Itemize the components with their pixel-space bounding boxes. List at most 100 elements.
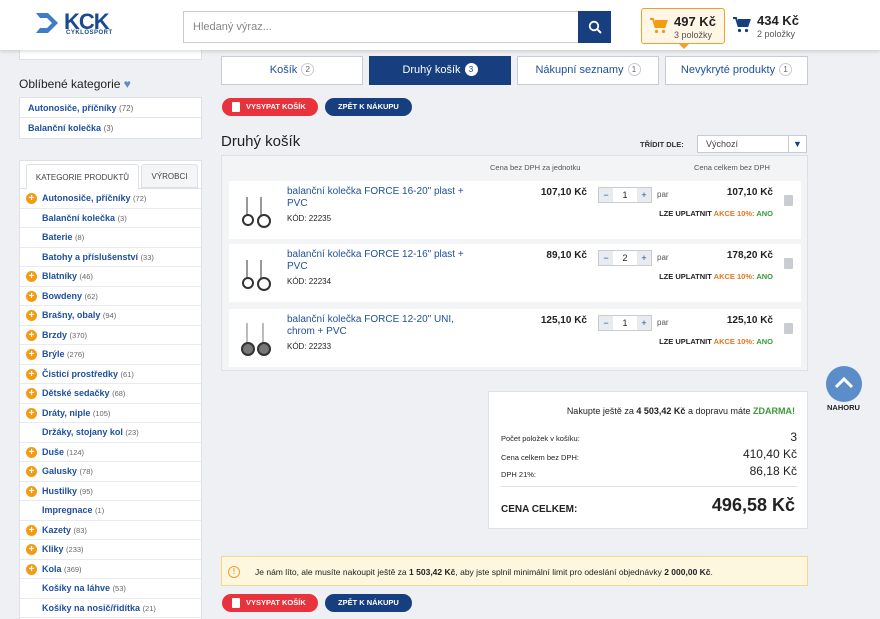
category-item[interactable]: + Dráty, niple (105) [20, 404, 201, 423]
empty-cart-button[interactable]: VYSYPAT KOŠÍK [222, 594, 318, 612]
tab-manufacturers[interactable]: VÝROBCI [141, 164, 198, 188]
expand-plus-icon[interactable]: + [26, 446, 37, 458]
favorite-category-count: (72) [119, 104, 134, 113]
expand-plus-icon[interactable]: + [26, 310, 37, 321]
product-code-label: KÓD: [287, 277, 307, 286]
active-cart-button[interactable]: 497 Kč 3 položky [641, 8, 725, 49]
notice-text: Je nám líto, ale musíte nakoupit ještě z… [255, 567, 713, 577]
tab-cart[interactable]: Košík 2 [221, 56, 363, 85]
product-name-link[interactable]: balanční kolečka FORCE 16-20" plast + PV… [287, 186, 477, 210]
trash-icon[interactable] [784, 323, 793, 334]
category-label: Dětské sedačky [42, 388, 110, 398]
category-item[interactable]: Košíky na láhve (53) [20, 579, 201, 599]
item-count-row: Počet položek v košíku: 3 [501, 430, 797, 444]
notice-pre: Je nám líto, ale musíte nakoupit ještě z… [255, 567, 407, 577]
expand-plus-icon[interactable]: + [26, 193, 37, 204]
category-list: + Autonosiče, příčníky (72) Balanční koleč… [20, 189, 201, 618]
plus-icon[interactable]: + [637, 316, 651, 330]
category-item[interactable]: + Hustilky (95) [20, 482, 201, 501]
net-total-label: Cena celkem bez DPH: [501, 453, 579, 462]
favorite-category-item[interactable]: Balanční kolečka (3) [20, 118, 201, 138]
category-item[interactable]: + Brašny, obaly (94) [20, 306, 201, 326]
expand-plus-icon[interactable]: + [26, 349, 37, 360]
unit-price: 125,10 Kč [540, 315, 587, 326]
empty-cart-button[interactable]: VYSYPAT KOŠÍK [222, 98, 318, 116]
minus-icon[interactable]: − [599, 251, 613, 265]
product-name-link[interactable]: balanční kolečka FORCE 12-20" UNI, chrom… [287, 314, 477, 338]
free-shipping-amount: 4 503,42 Kč [636, 406, 686, 416]
minus-icon[interactable]: − [599, 316, 613, 330]
second-cart-button[interactable]: 434 Kč 2 položky [731, 8, 815, 44]
category-count: (61) [120, 369, 134, 379]
product-image [242, 197, 271, 228]
notice-mid: , aby jste splnil minimální limit pro od… [455, 567, 662, 577]
product-code-value: 22233 [308, 342, 332, 351]
product-name-link[interactable]: balanční kolečka FORCE 12-16" plast + PV… [287, 249, 477, 273]
expand-plus-icon[interactable]: + [26, 271, 37, 282]
tab-label: Košík [269, 64, 298, 76]
expand-plus-icon[interactable]: + [26, 466, 37, 477]
plus-icon[interactable]: + [637, 251, 651, 265]
sort-value: Výchozí [706, 139, 739, 149]
favorite-categories-list: Autonosiče, příčníky (72) Balanční koleč… [19, 97, 202, 139]
heart-icon: ♥ [123, 77, 131, 91]
back-to-shop-button[interactable]: ZPĚT K NÁKUPU [325, 98, 412, 116]
tab-product-categories[interactable]: KATEGORIE PRODUKTŮ [26, 164, 139, 190]
tab-unfulfilled-products[interactable]: Nevykryté produkty 1 [665, 56, 808, 85]
category-item[interactable]: Batohy a příslušenství (33) [20, 248, 201, 267]
quantity-value[interactable]: 1 [613, 316, 637, 330]
plus-icon[interactable]: + [637, 188, 651, 202]
back-to-shop-button[interactable]: ZPĚT K NÁKUPU [325, 594, 412, 612]
expand-plus-icon[interactable]: + [26, 407, 37, 419]
category-item[interactable]: + Kazety (83) [20, 521, 201, 540]
category-item[interactable]: Baterie (8) [20, 228, 201, 248]
expand-plus-icon[interactable]: + [26, 544, 37, 555]
favorite-category-label: Balanční kolečka [28, 123, 102, 133]
category-item[interactable]: Držáky, stojany kol (23) [20, 423, 201, 443]
category-item[interactable]: + Kola (369) [20, 560, 201, 579]
expand-plus-icon[interactable]: + [26, 368, 37, 380]
category-item[interactable]: Impregnace (1) [20, 501, 201, 521]
category-item[interactable]: Košíky na nosič/řidítka (21) [20, 599, 201, 618]
tab-second-cart[interactable]: Druhý košík 3 [369, 56, 511, 85]
category-item[interactable]: + Bowdeny (62) [20, 287, 201, 306]
quantity-value[interactable]: 2 [613, 251, 637, 265]
empty-cart-label: VYSYPAT KOŠÍK [246, 598, 306, 607]
category-item[interactable]: + Duše (124) [20, 443, 201, 462]
tab-label: Nevykryté produkty [680, 64, 776, 76]
expand-plus-icon[interactable]: + [26, 329, 37, 341]
sort-select[interactable]: Výchozí ▼ [697, 135, 807, 153]
tab-shopping-lists[interactable]: Nákupní seznamy 1 [517, 56, 659, 85]
minus-icon[interactable]: − [599, 188, 613, 202]
category-item[interactable]: + Brzdy (370) [20, 326, 201, 345]
scroll-top-button[interactable] [826, 366, 862, 402]
category-count: (53) [112, 584, 126, 593]
search-button[interactable] [578, 11, 611, 43]
column-header-unit-price: Cena bez DPH za jednotku [490, 163, 581, 172]
expand-plus-icon[interactable]: + [26, 563, 37, 575]
category-item[interactable]: Balanční kolečka (3) [20, 209, 201, 228]
chevron-up-icon [834, 376, 854, 389]
expand-plus-icon[interactable]: + [26, 290, 37, 302]
category-item[interactable]: + Čisticí prostředky (61) [20, 365, 201, 384]
logo[interactable]: KCK CYKLOSPORT [34, 9, 124, 39]
category-count: (33) [140, 252, 154, 262]
category-item[interactable]: + Dětské sedačky (68) [20, 384, 201, 404]
trash-icon[interactable] [784, 258, 793, 269]
trash-icon[interactable] [784, 195, 793, 206]
expand-plus-icon[interactable]: + [26, 388, 37, 399]
promo-status: LZE UPLATNIT AKCE 10%: ANO [629, 209, 773, 218]
category-item[interactable]: + Brýle (276) [20, 345, 201, 365]
favorite-category-item[interactable]: Autonosiče, příčníky (72) [20, 98, 201, 118]
net-total-value: 410,40 Kč [742, 447, 797, 461]
expand-plus-icon[interactable]: + [26, 524, 37, 536]
category-label: Impregnace [42, 505, 93, 515]
category-item[interactable]: + Kliky (233) [20, 540, 201, 560]
expand-plus-icon[interactable]: + [26, 485, 37, 497]
category-item[interactable]: + Blatníky (46) [20, 267, 201, 287]
quantity-value[interactable]: 1 [613, 188, 637, 202]
quantity-stepper: − 2 + [598, 250, 652, 266]
search-input[interactable] [184, 12, 574, 42]
category-item[interactable]: + Galusky (78) [20, 462, 201, 482]
category-item[interactable]: + Autonosiče, příčníky (72) [20, 189, 201, 209]
